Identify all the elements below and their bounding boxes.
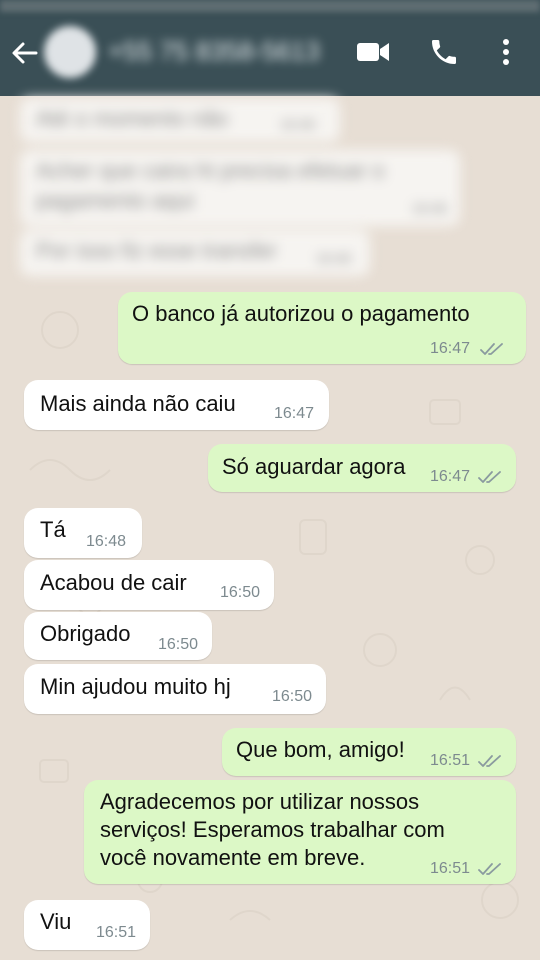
message-text: Viu	[40, 909, 72, 934]
back-arrow-icon[interactable]	[10, 38, 40, 68]
message-time: 16:47	[430, 340, 471, 357]
message-text-line: serviços! Esperamos trabalhar com	[100, 817, 445, 842]
blurred-message-text: Por isso fiz esse transfer	[36, 238, 277, 263]
message-time: 16:47	[274, 405, 315, 422]
message-bubble-incoming[interactable]: Obrigado 16:50	[24, 612, 212, 660]
message-time: 16:51	[430, 860, 471, 877]
message-bubble-outgoing[interactable]: O banco já autorizou o pagamento 16:47	[118, 292, 526, 364]
message-time: 16:47	[430, 468, 471, 485]
video-call-icon[interactable]	[356, 38, 390, 66]
message-text: Min ajudou muito hj	[40, 674, 231, 699]
status-bar	[0, 0, 540, 12]
chat-header: +55 75 8358-5613	[0, 0, 540, 96]
blurred-message-time: 16:46	[412, 200, 448, 216]
message-bubble-outgoing[interactable]: Só aguardar agora 16:47	[208, 444, 516, 492]
blurred-message-text: pagamento aqui	[36, 188, 194, 213]
message-text-line: você novamente em breve.	[100, 845, 366, 870]
double-check-icon	[478, 863, 501, 875]
message-bubble-outgoing[interactable]: Que bom, amigo! 16:51	[222, 728, 516, 776]
voice-call-icon[interactable]	[428, 36, 460, 68]
double-check-icon	[480, 343, 503, 355]
message-bubble-incoming[interactable]: Mais ainda não caiu 16:47	[24, 380, 329, 430]
contact-name[interactable]: +55 75 8358-5613	[108, 36, 320, 67]
message-time: 16:50	[272, 688, 313, 705]
message-text: Acabou de cair	[40, 570, 187, 595]
message-bubble-outgoing[interactable]: Agradecemos por utilizar nossos serviços…	[84, 780, 516, 884]
message-bubble-incoming[interactable]: Acabou de cair 16:50	[24, 560, 274, 610]
message-text-line: Agradecemos por utilizar nossos	[100, 789, 420, 814]
message-text: Mais ainda não caiu	[40, 391, 236, 416]
blurred-message-time: 16:46	[316, 250, 352, 266]
double-check-icon	[478, 755, 501, 767]
blurred-message-text: Acher que caira ht precisa efetuar o	[36, 158, 385, 183]
message-time: 16:51	[430, 752, 471, 769]
message-text: Que bom, amigo!	[236, 737, 405, 762]
message-time: 16:50	[158, 636, 199, 653]
message-text: Obrigado	[40, 621, 131, 646]
message-bubble-incoming[interactable]: Min ajudou muito hj 16:50	[24, 664, 326, 714]
message-bubble-incoming[interactable]: Tá 16:48	[24, 508, 142, 558]
blurred-message-bubble: Acher que caira ht precisa efetuar o pag…	[20, 150, 460, 226]
contact-avatar[interactable]	[44, 26, 96, 78]
message-text: O banco já autorizou o pagamento	[132, 301, 470, 326]
message-text: Só aguardar agora	[222, 454, 406, 479]
blurred-messages: Até o momento não 16:46 Acher que caira …	[0, 90, 540, 290]
message-time: 16:50	[220, 584, 261, 601]
message-time: 16:48	[86, 533, 127, 550]
more-options-icon[interactable]	[496, 36, 516, 68]
blurred-message-bubble: Até o momento não 16:46	[20, 98, 340, 142]
double-check-icon	[478, 471, 501, 483]
blurred-message-time: 16:46	[280, 116, 316, 132]
blurred-message-text: Até o momento não	[36, 106, 229, 131]
blurred-message-bubble: Por isso fiz esse transfer 16:46	[20, 230, 370, 276]
message-time: 16:51	[96, 924, 137, 941]
message-bubble-incoming[interactable]: Viu 16:51	[24, 900, 150, 950]
message-text: Tá	[40, 517, 66, 542]
